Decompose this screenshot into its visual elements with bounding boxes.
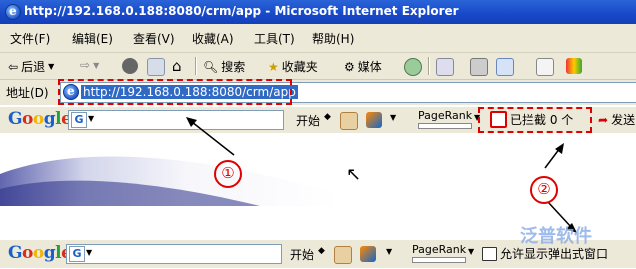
annotation-marker-1: ① [214,160,242,188]
google-g-icon: G [69,246,85,262]
chevron-down-icon[interactable]: ◆ [318,246,325,256]
google-search-input[interactable]: G ▼ [66,244,282,264]
pagerank-widget[interactable]: PageRank [412,243,466,263]
google-start-button[interactable]: 开始 [290,246,314,263]
google-logo: Google [8,243,72,263]
popup-window-icon [482,246,497,261]
chevron-down-icon[interactable]: ▼ [468,247,474,256]
bookmark-icon[interactable] [334,246,352,264]
chevron-down-icon: ▼ [86,248,93,257]
highlight-icon[interactable] [360,246,376,262]
annotation-marker-2: ② [530,176,558,204]
pagerank-bar [412,257,466,263]
chevron-down-icon[interactable]: ▼ [386,247,392,256]
watermark-text: 泛普软件 [520,226,592,247]
pagerank-label: PageRank [412,243,467,256]
